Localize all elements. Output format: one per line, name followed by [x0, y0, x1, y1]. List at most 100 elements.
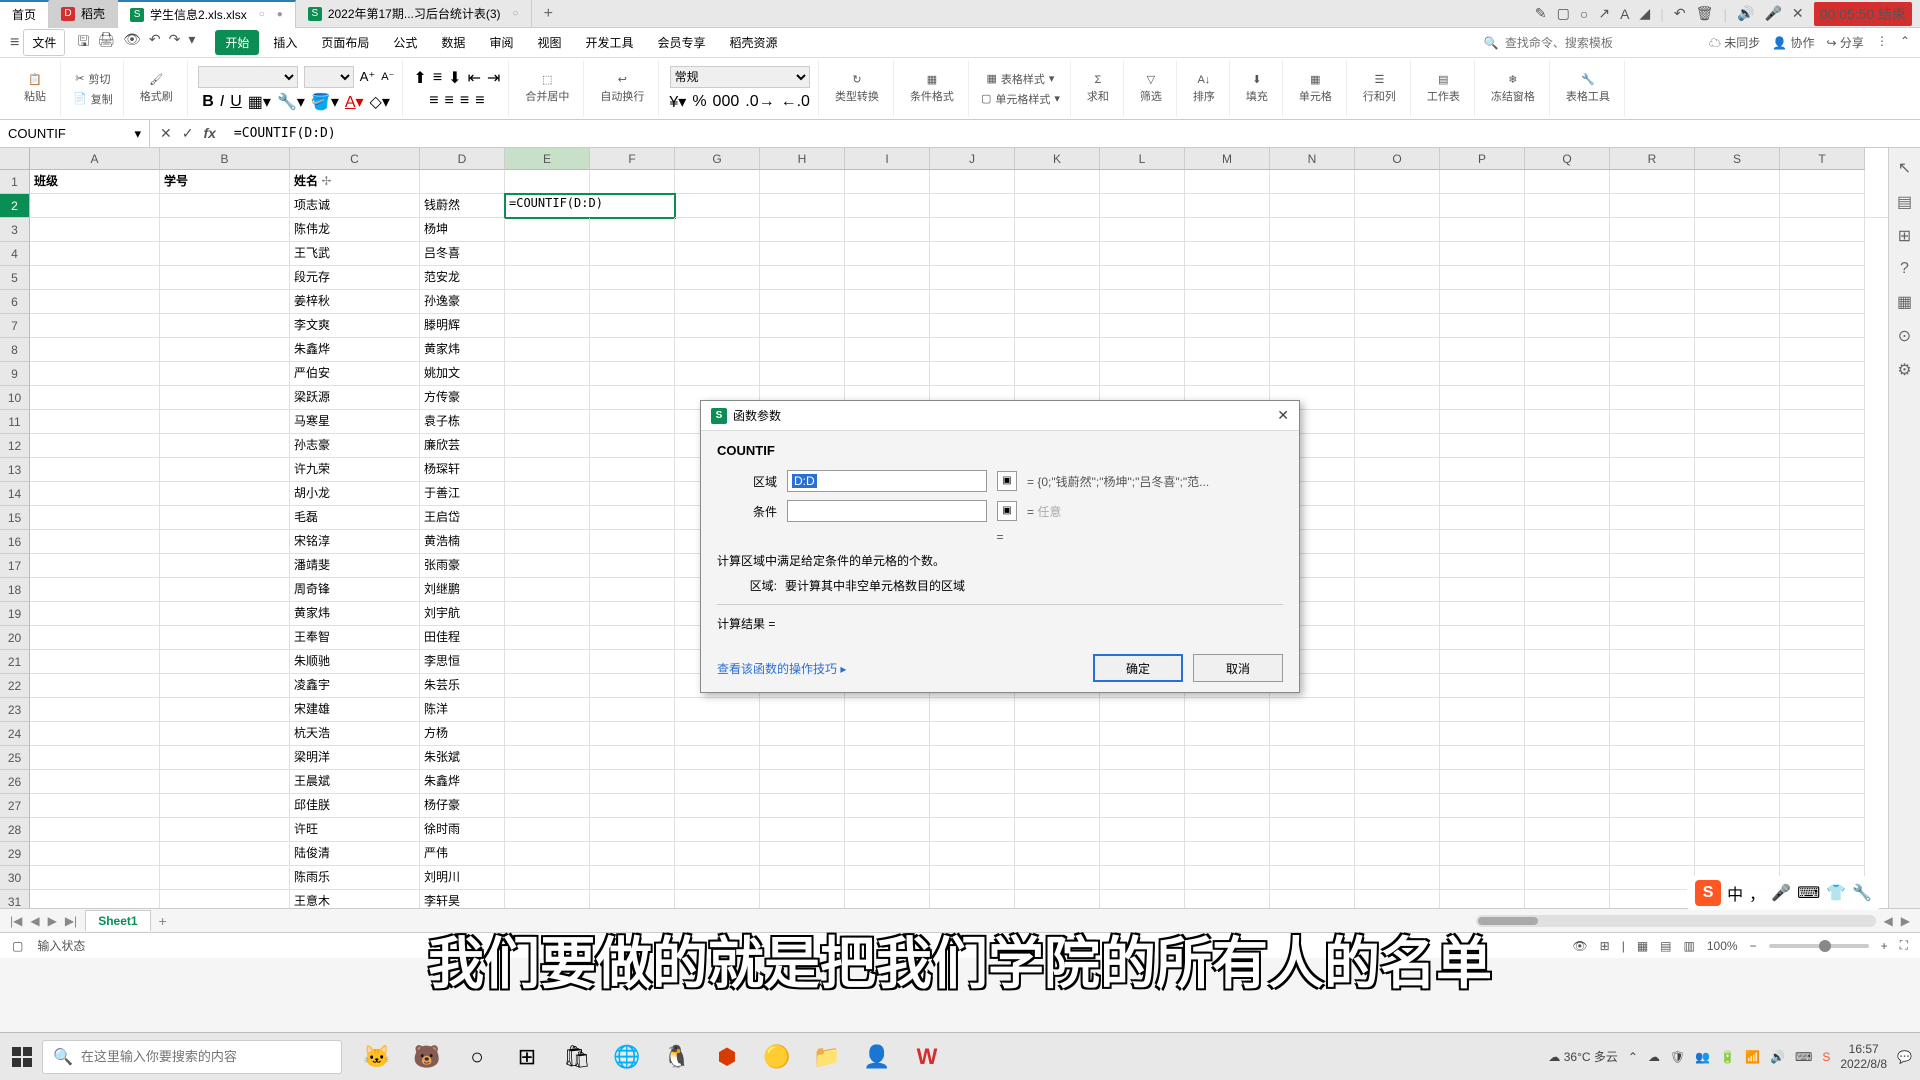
cell[interactable]: 袁子栋 [420, 410, 505, 434]
zoom-slider[interactable] [1769, 944, 1869, 948]
cell[interactable] [1440, 194, 1525, 218]
expand-icon[interactable]: ⌃ [1900, 34, 1910, 51]
cell[interactable] [1780, 194, 1865, 218]
percent-icon[interactable]: % [692, 93, 706, 111]
cell[interactable]: 姚加文 [420, 362, 505, 386]
cell[interactable] [1270, 746, 1355, 770]
cell[interactable] [1780, 482, 1865, 506]
coop-button[interactable]: 👤 协作 [1772, 34, 1814, 51]
cell[interactable] [505, 482, 590, 506]
speaker-icon[interactable]: 🔊 [1737, 5, 1754, 22]
cell[interactable] [590, 506, 675, 530]
cell[interactable] [1440, 578, 1525, 602]
cell[interactable]: 严伟 [420, 842, 505, 866]
taskbar-wps-icon[interactable]: W [906, 1036, 948, 1078]
cell[interactable] [160, 866, 290, 890]
cell[interactable] [1780, 386, 1865, 410]
cell[interactable] [160, 674, 290, 698]
cell[interactable] [1355, 698, 1440, 722]
cell[interactable] [845, 362, 930, 386]
cell[interactable] [1695, 602, 1780, 626]
cell[interactable] [1015, 314, 1100, 338]
command-search-input[interactable] [1505, 36, 1705, 50]
col-header[interactable]: F [590, 148, 675, 170]
cell[interactable] [1355, 578, 1440, 602]
highlight-icon[interactable]: ◢ [1639, 5, 1650, 22]
cell[interactable] [675, 746, 760, 770]
row-header[interactable]: 23 [0, 698, 30, 722]
justify-icon[interactable]: ≡ [475, 92, 484, 110]
zoom-in-icon[interactable]: + [1881, 939, 1888, 953]
cell[interactable] [160, 266, 290, 290]
cell[interactable] [1440, 794, 1525, 818]
cell[interactable] [1185, 314, 1270, 338]
cell[interactable] [505, 602, 590, 626]
cell[interactable] [1525, 722, 1610, 746]
cell[interactable] [160, 602, 290, 626]
cell[interactable] [1780, 290, 1865, 314]
start-button[interactable] [8, 1043, 36, 1071]
cell[interactable] [590, 818, 675, 842]
cell[interactable] [590, 362, 675, 386]
col-header-D[interactable]: D [420, 148, 505, 170]
cell[interactable] [1355, 386, 1440, 410]
cell[interactable] [1780, 602, 1865, 626]
row-header[interactable]: 1 [0, 170, 30, 194]
cell[interactable] [1355, 266, 1440, 290]
cell[interactable] [1440, 170, 1525, 194]
cell[interactable] [1355, 674, 1440, 698]
sheet-nav-first-icon[interactable]: |◀ [10, 914, 22, 928]
cell[interactable]: 李轩昊 [420, 890, 505, 908]
font-size-select[interactable] [304, 66, 354, 88]
cell[interactable] [1525, 890, 1610, 908]
menu-tab-review[interactable]: 审阅 [479, 30, 523, 55]
cell[interactable] [160, 554, 290, 578]
cell[interactable]: 毛磊 [290, 506, 420, 530]
cell[interactable] [30, 314, 160, 338]
row-header[interactable]: 7 [0, 314, 30, 338]
cell[interactable] [1525, 482, 1610, 506]
align-left-icon[interactable]: ≡ [429, 92, 438, 110]
cell[interactable] [1780, 410, 1865, 434]
fill-color-button[interactable]: 🔧▾ [277, 92, 305, 112]
cell[interactable] [1780, 626, 1865, 650]
cell[interactable] [1610, 722, 1695, 746]
col-header-B[interactable]: B [160, 148, 290, 170]
cell[interactable] [1695, 242, 1780, 266]
cell[interactable] [675, 170, 760, 194]
cell[interactable] [1780, 770, 1865, 794]
italic-button[interactable]: I [220, 93, 224, 111]
cell[interactable] [160, 194, 290, 218]
row-header[interactable]: 17 [0, 554, 30, 578]
cell[interactable] [930, 338, 1015, 362]
cell[interactable] [1610, 362, 1695, 386]
row-header[interactable]: 24 [0, 722, 30, 746]
cell[interactable] [1695, 746, 1780, 770]
dec-decimal-icon[interactable]: ←.0 [781, 93, 810, 111]
cell[interactable] [590, 578, 675, 602]
cell[interactable] [1185, 890, 1270, 908]
fill-button[interactable]: ⬇填充 [1240, 73, 1274, 104]
cell[interactable] [1525, 770, 1610, 794]
cell[interactable] [505, 266, 590, 290]
inc-decimal-icon[interactable]: .0→ [745, 93, 774, 111]
cell[interactable] [30, 554, 160, 578]
row-header[interactable]: 14 [0, 482, 30, 506]
cell[interactable]: 许九荣 [290, 458, 420, 482]
cell[interactable] [1525, 290, 1610, 314]
row-header[interactable]: 3 [0, 218, 30, 242]
cell[interactable] [160, 338, 290, 362]
bold-button[interactable]: B [202, 93, 214, 111]
cell[interactable] [1440, 770, 1525, 794]
ime-voice-icon[interactable]: 🎤 [1771, 883, 1791, 903]
row-header[interactable]: 28 [0, 818, 30, 842]
cell[interactable] [1440, 386, 1525, 410]
row-header[interactable]: 4 [0, 242, 30, 266]
paste-button[interactable]: 📋粘贴 [18, 73, 52, 104]
sort-button[interactable]: A↓排序 [1187, 74, 1221, 104]
cell[interactable] [1015, 890, 1100, 908]
cell[interactable] [1780, 530, 1865, 554]
cell[interactable] [1525, 794, 1610, 818]
cell[interactable] [1100, 794, 1185, 818]
cell[interactable] [1525, 626, 1610, 650]
